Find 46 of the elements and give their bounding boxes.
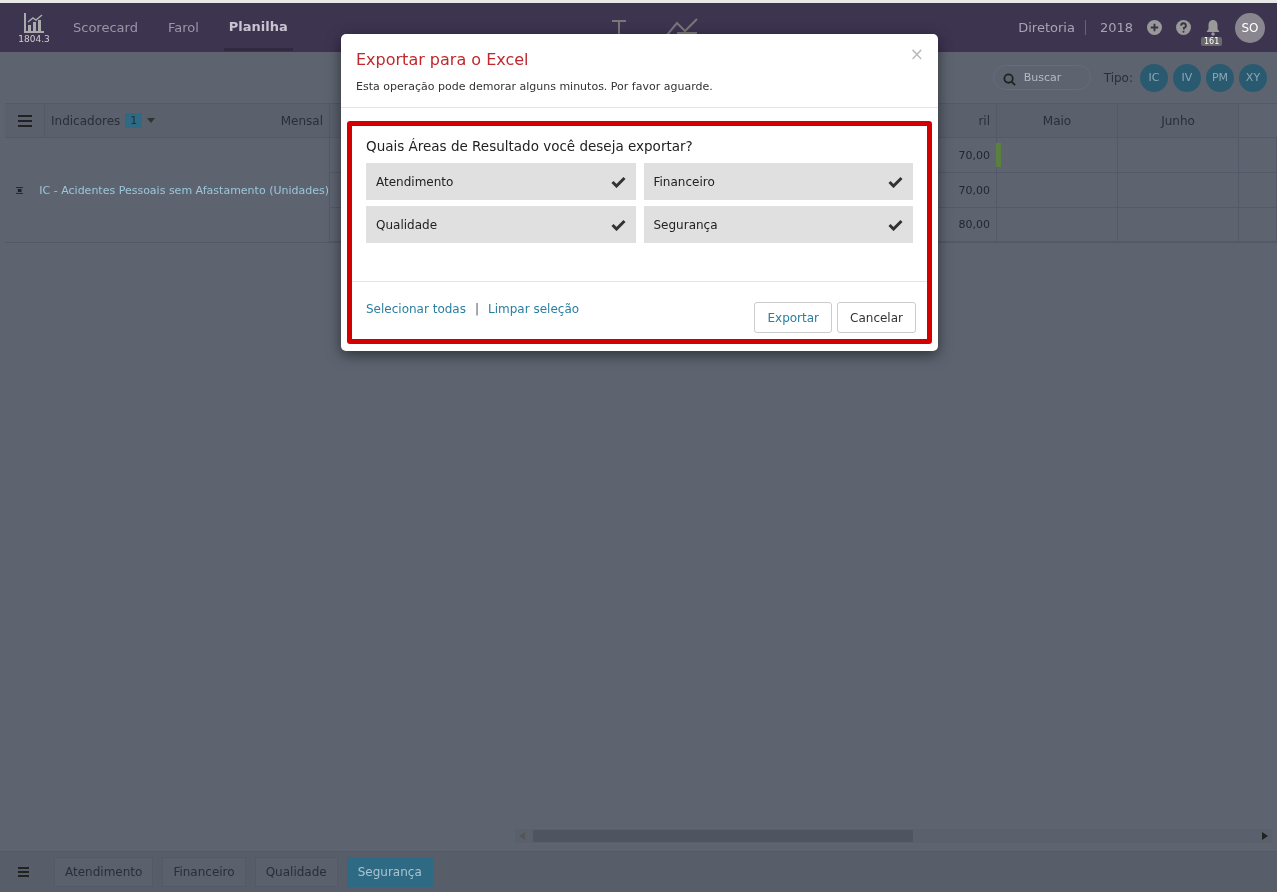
menu-icon[interactable] <box>17 114 32 127</box>
indicators-count: 1 <box>125 113 143 128</box>
search-field[interactable]: Buscar <box>992 65 1091 90</box>
separator: | <box>474 302 479 316</box>
version-label: 1804.3 <box>18 33 50 44</box>
export-button[interactable]: Exportar <box>754 302 833 333</box>
type-label: Tipo: <box>1103 70 1133 85</box>
area-option[interactable]: Financeiro <box>643 163 913 200</box>
dialog-subtitle: Esta operação pode demorar alguns minutos. Por favor aguarde. <box>356 80 714 93</box>
nav-tab[interactable]: Farol <box>162 6 204 49</box>
area-option[interactable]: Qualidade <box>366 206 636 243</box>
table-cell: 70,00 <box>958 183 990 197</box>
year-label[interactable]: 2018 <box>1099 20 1133 35</box>
table-cell: 80,00 <box>958 218 990 231</box>
unit-label[interactable]: Diretoria <box>1018 20 1086 35</box>
clear-selection-link[interactable]: Limpar seleção <box>488 302 580 316</box>
nav-tab[interactable]: Planilha <box>223 4 293 51</box>
avatar[interactable]: SO <box>1235 12 1265 43</box>
area-tab[interactable]: Segurança <box>346 857 433 887</box>
column-header: ril <box>978 113 990 128</box>
bell-icon[interactable] <box>1205 19 1221 36</box>
select-all-link[interactable]: Selecionar todas <box>366 302 466 316</box>
type-filter-button[interactable]: IC <box>1140 63 1168 92</box>
indicator-icon <box>16 184 24 196</box>
caret-icon[interactable] <box>147 118 156 123</box>
menu-icon[interactable] <box>18 867 29 877</box>
scroll-right-icon[interactable] <box>1262 832 1268 840</box>
type-filter-button[interactable]: IV <box>1173 63 1201 92</box>
dialog-title: Exportar para o Excel <box>356 50 529 69</box>
status-bar-mark <box>996 143 1001 167</box>
area-tab[interactable]: Atendimento <box>54 857 154 887</box>
help-icon[interactable] <box>1176 20 1191 35</box>
type-filter-button[interactable]: PM <box>1206 63 1234 92</box>
add-icon[interactable] <box>1147 20 1162 35</box>
type-filter-button[interactable]: XY <box>1239 63 1267 92</box>
table-cell: 70,00 <box>958 148 990 162</box>
area-option[interactable]: Atendimento <box>366 163 636 200</box>
area-tab[interactable]: Financeiro <box>162 857 246 887</box>
chart-icon[interactable] <box>23 11 45 34</box>
area-option[interactable]: Segurança <box>643 206 913 243</box>
area-tab[interactable]: Qualidade <box>254 857 338 887</box>
nav-tab[interactable]: Scorecard <box>68 6 143 49</box>
indicator-name[interactable]: IC - Acidentes Pessoais sem Afastamento (Unidades) <box>39 183 329 197</box>
cancel-button[interactable]: Cancelar <box>837 302 916 333</box>
question-text: Quais Áreas de Resultado você deseja exportar? <box>366 138 694 154</box>
notification-count: 161 <box>1201 37 1223 46</box>
